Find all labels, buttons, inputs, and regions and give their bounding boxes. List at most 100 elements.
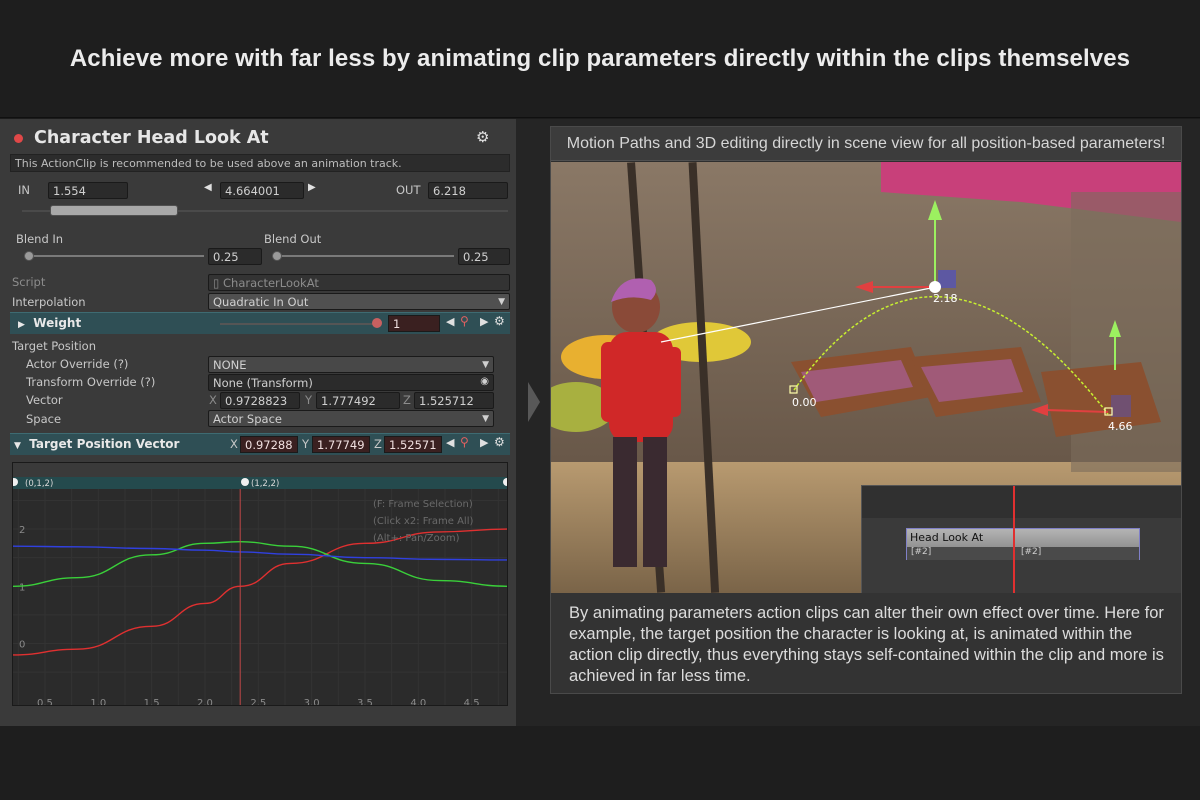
hint-pan-zoom: (Alt+: Pan/Zoom) [373, 533, 460, 544]
x-tick-label: 1.0 [90, 698, 106, 706]
showcase-description: By animating parameters action clips can… [551, 593, 1181, 693]
headline-text: Achieve more with far less by animating … [69, 44, 1131, 72]
weight-gear-icon[interactable]: ⚙ [494, 314, 505, 328]
x-tick-label: 3.5 [357, 698, 373, 706]
dropdown-arrow-icon: ▼ [498, 297, 505, 307]
blend-out-track [272, 255, 454, 257]
tpv-z-field[interactable]: 1.52571 [384, 436, 442, 453]
actor-override-dropdown[interactable]: NONE ▼ [208, 356, 494, 373]
tpv-key-icon[interactable]: ⚲ [460, 435, 469, 449]
actor-override-value: NONE [213, 358, 247, 372]
out-label: OUT [396, 183, 421, 197]
weight-label-text: Weight [33, 316, 82, 330]
script-field: ▯ CharacterLookAt [208, 274, 510, 291]
timeline-inset[interactable]: Head Look At [#2] [#2] [861, 485, 1181, 593]
vector-y-label: Y [305, 393, 313, 407]
hint-frame-all: (Click x2: Frame All) [373, 516, 474, 527]
in-field[interactable]: 1.554 [48, 182, 128, 199]
y-tick-label: 0 [19, 640, 25, 651]
y-tick-label: 1 [19, 582, 25, 593]
blend-out-knob[interactable] [272, 251, 282, 261]
x-tick-label: 2.5 [250, 698, 266, 706]
vector-x-label: X [209, 393, 217, 407]
timeline-ruler [862, 486, 1181, 518]
scene-view[interactable]: 0.00 2.18 4.66 Head Look At [#2] [#2] [551, 162, 1181, 593]
end-gizmo-plane-handle[interactable] [1111, 395, 1131, 417]
length-field[interactable]: 4.664001 [220, 182, 304, 199]
arrow-separator-icon [528, 382, 540, 422]
actor-override-label: Actor Override (?) [26, 357, 129, 371]
key-icon[interactable]: ⚲ [460, 314, 469, 328]
vector-z-label: Z [403, 393, 411, 407]
bottom-background [0, 726, 1200, 800]
x-tick-label: 0.5 [37, 698, 53, 706]
script-file-icon: ▯ [213, 276, 220, 290]
x-tick-label: 3.0 [304, 698, 320, 706]
recommendation-note: This ActionClip is recommended to be use… [10, 154, 510, 172]
y-tick-label: 2 [19, 525, 25, 536]
length-increase-icon[interactable]: ▶ [308, 182, 316, 193]
object-picker-icon[interactable]: ◉ [480, 375, 489, 389]
weight-row[interactable]: ▶ Weight 1 ◀ ⚲ ▶ ⚙ [10, 312, 510, 334]
space-dropdown[interactable]: Actor Space ▼ [208, 410, 494, 427]
tpv-prev-key-icon[interactable]: ◀ [446, 436, 454, 449]
tpv-z-label: Z [374, 437, 382, 451]
keyframe-right-marker[interactable] [503, 478, 507, 486]
clip-tag-right: [#2] [1021, 547, 1042, 557]
tpv-y-field[interactable]: 1.77749 [312, 436, 370, 453]
showcase-title: Motion Paths and 3D editing directly in … [551, 127, 1181, 161]
showcase-panel: Motion Paths and 3D editing directly in … [550, 126, 1182, 694]
hint-frame-selection: (F: Frame Selection) [373, 499, 473, 510]
space-value: Actor Space [213, 412, 282, 426]
weight-knob[interactable] [372, 318, 382, 328]
prev-key-icon[interactable]: ◀ [446, 315, 454, 328]
gear-icon[interactable]: ⚙ [476, 128, 489, 146]
weight-track [220, 323, 376, 325]
head-look-at-clip[interactable]: Head Look At [#2] [#2] [906, 528, 1140, 560]
vector-y-field[interactable]: 1.777492 [316, 392, 400, 409]
in-label: IN [18, 183, 30, 197]
vector-x-field[interactable]: 0.9728823 [220, 392, 300, 409]
tpv-next-key-icon[interactable]: ▶ [480, 436, 488, 449]
transform-override-label: Transform Override (?) [26, 375, 156, 389]
out-field[interactable]: 6.218 [428, 182, 508, 199]
transform-override-field[interactable]: None (Transform) ◉ [208, 374, 494, 391]
curve-editor[interactable]: 2 1 0 0.5 1.0 1.5 2.0 2.5 3.0 3.5 4.0 4.5 (0,1,2) (… [12, 462, 508, 706]
weight-field[interactable]: 1 [388, 315, 440, 332]
x-tick-label: 4.0 [410, 698, 426, 706]
next-key-icon[interactable]: ▶ [480, 315, 488, 328]
target-position-label: Target Position [12, 339, 97, 353]
inspector-panel: Character Head Look At ⚙ This ActionClip… [8, 124, 512, 710]
series-x-line [13, 528, 507, 656]
vector-label: Vector [26, 393, 63, 407]
tpv-gear-icon[interactable]: ⚙ [494, 435, 505, 449]
blend-in-label: Blend In [16, 232, 64, 246]
blend-out-label: Blend Out [264, 232, 322, 246]
x-tick-label: 4.5 [464, 698, 480, 706]
collapse-triangle-icon: ▼ [14, 441, 21, 451]
path-mid-label: 2.18 [933, 292, 958, 305]
inspector-title: Character Head Look At [34, 128, 269, 148]
clip-status-dot-icon [14, 134, 23, 143]
path-end-label: 4.66 [1108, 420, 1133, 433]
target-position-vector-row[interactable]: ▼ Target Position Vector X 0.97288 Y 1.7… [10, 433, 510, 455]
script-value: CharacterLookAt [223, 276, 319, 290]
keyframe-mid-marker[interactable] [241, 478, 249, 486]
expand-triangle-icon: ▶ [18, 320, 25, 330]
length-decrease-icon[interactable]: ◀ [204, 182, 212, 193]
x-tick-label: 1.5 [144, 698, 160, 706]
timeline-playhead[interactable] [1013, 486, 1015, 593]
tpv-x-field[interactable]: 0.97288 [240, 436, 298, 453]
blend-in-knob[interactable] [24, 251, 34, 261]
range-slider-handle[interactable] [50, 205, 178, 216]
interpolation-label: Interpolation [12, 295, 86, 309]
headline-banner: Achieve more with far less by animating … [0, 0, 1200, 118]
script-label: Script [12, 275, 46, 289]
tpv-label-text: Target Position Vector [29, 437, 180, 451]
interpolation-dropdown[interactable]: Quadratic In Out ▼ [208, 293, 510, 310]
vector-z-field[interactable]: 1.525712 [414, 392, 494, 409]
blend-in-field[interactable]: 0.25 [208, 248, 262, 265]
blend-out-field[interactable]: 0.25 [458, 248, 510, 265]
path-start-label: 0.00 [792, 396, 817, 409]
tpv-y-label: Y [302, 437, 310, 451]
